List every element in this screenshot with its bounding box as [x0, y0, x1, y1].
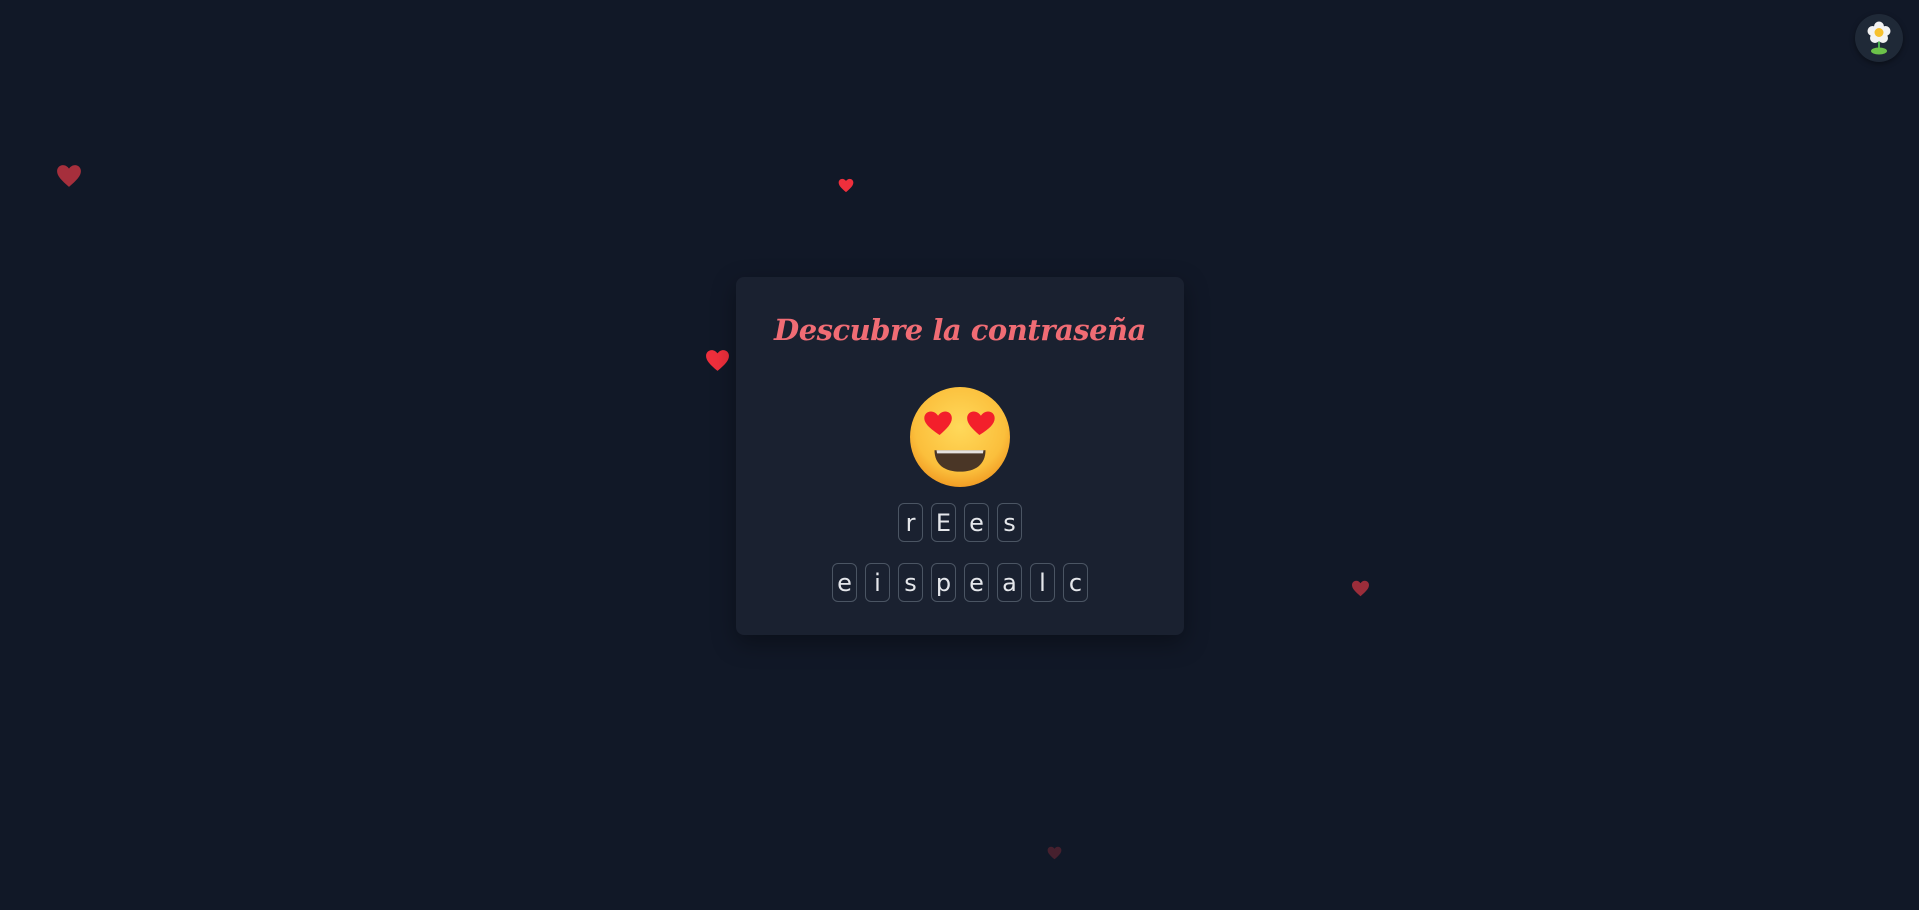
answer-row: r E e s [736, 503, 1184, 542]
heart-icon [1047, 846, 1062, 860]
answer-tile[interactable]: s [997, 503, 1022, 542]
letter-tile[interactable]: s [898, 563, 923, 602]
letter-tile[interactable]: p [931, 563, 956, 602]
heart-icon [706, 350, 729, 371]
letter-tile[interactable]: e [964, 563, 989, 602]
flower-button[interactable] [1855, 14, 1903, 62]
letter-row: e i s p e a l c [736, 563, 1184, 602]
letter-tile[interactable]: l [1030, 563, 1055, 602]
answer-tile[interactable]: r [898, 503, 923, 542]
answer-tile[interactable]: e [964, 503, 989, 542]
letter-tile[interactable]: a [997, 563, 1022, 602]
page: Descubre la contraseña r E e s e i s p e… [0, 0, 1919, 910]
answer-tile[interactable]: E [931, 503, 956, 542]
heart-icon [1352, 580, 1369, 597]
page-title: Descubre la contraseña [774, 313, 1146, 347]
heart-eyes-face-icon [910, 387, 1010, 487]
letter-tile[interactable]: i [865, 563, 890, 602]
heart-icon [57, 165, 81, 187]
heart-icon [838, 178, 854, 193]
flower-icon [1867, 21, 1891, 55]
password-card: Descubre la contraseña r E e s e i s p e… [736, 277, 1184, 635]
letter-tile[interactable]: c [1063, 563, 1088, 602]
letter-tile[interactable]: e [832, 563, 857, 602]
